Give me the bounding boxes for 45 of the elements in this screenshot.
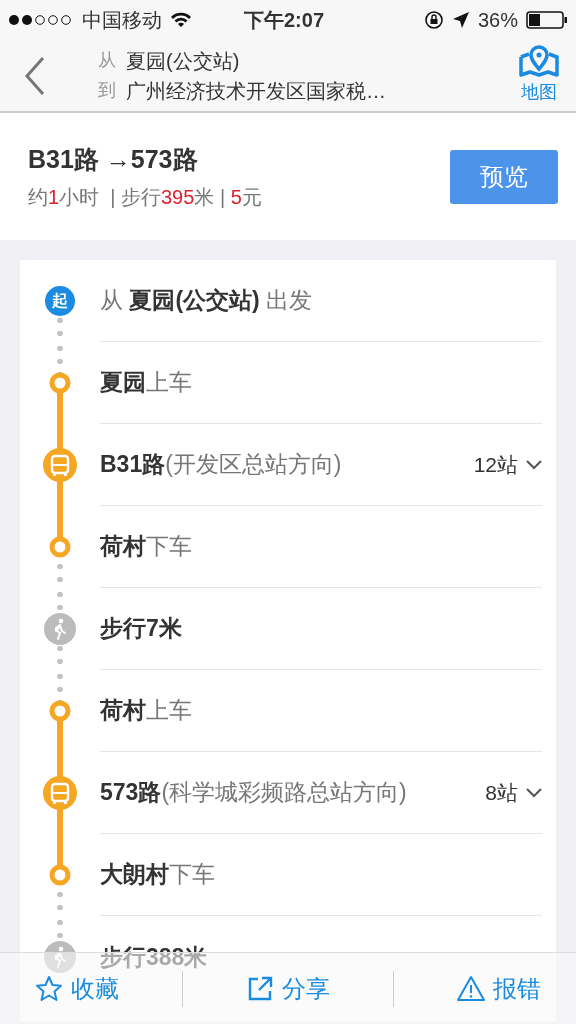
chevron-down-icon xyxy=(526,459,542,470)
warning-icon xyxy=(457,974,486,1003)
map-pin-icon xyxy=(518,45,560,79)
bus-icon xyxy=(43,776,77,810)
bus-line-label: B31路(开发区总站方向) xyxy=(100,450,342,480)
stops-toggle[interactable]: 12站 xyxy=(473,448,542,481)
back-button[interactable] xyxy=(24,55,46,96)
map-button[interactable]: 地图 xyxy=(518,45,560,106)
star-icon xyxy=(34,974,63,1003)
location-arrow-icon xyxy=(451,11,470,29)
battery-icon xyxy=(526,11,568,29)
stops-toggle[interactable]: 8站 xyxy=(485,776,542,809)
route-summary: 约1小时 | 步行395米 | 5元 xyxy=(28,185,262,211)
walking-person-icon xyxy=(44,941,76,973)
share-button[interactable]: 分享 xyxy=(239,969,336,1008)
origin-name: 夏园(公交站) xyxy=(126,48,240,74)
destination-label: 到 xyxy=(98,79,117,102)
step-label: 夏园上车 xyxy=(100,368,192,398)
battery-percent: 36% xyxy=(477,8,518,33)
step-label: 大朗村下车 xyxy=(100,860,215,890)
preview-button[interactable]: 预览 xyxy=(450,149,558,204)
origin-label: 从 xyxy=(98,49,117,72)
favorite-button[interactable]: 收藏 xyxy=(28,969,125,1008)
stop-icon xyxy=(49,700,71,722)
rotation-lock-icon xyxy=(423,10,444,30)
start-badge: 起 xyxy=(45,286,75,316)
stop-icon xyxy=(49,864,71,886)
route-title: B31路 →573路 xyxy=(28,143,199,175)
destination-name: 广州经济技术开发区国家税… xyxy=(126,78,386,104)
bus-icon xyxy=(43,448,77,482)
step-label: 步行7米 xyxy=(100,614,182,644)
status-time: 下午2:07 xyxy=(244,8,325,33)
back-icon xyxy=(24,55,46,96)
bus-line-label: 573路(科学城彩频路总站方向) xyxy=(100,778,407,808)
step-label: 从 夏园(公交站) 出发 xyxy=(100,286,313,316)
stop-icon xyxy=(49,372,71,394)
signal-icon xyxy=(8,14,74,26)
step-label: 荷村上车 xyxy=(100,696,192,726)
walking-person-icon xyxy=(44,613,76,645)
carrier-name: 中国移动 xyxy=(82,8,162,33)
step-label: 荷村下车 xyxy=(100,532,192,562)
wifi-icon xyxy=(170,12,192,28)
stop-icon xyxy=(49,536,71,558)
report-button[interactable]: 报错 xyxy=(451,969,548,1008)
chevron-down-icon xyxy=(526,787,542,798)
